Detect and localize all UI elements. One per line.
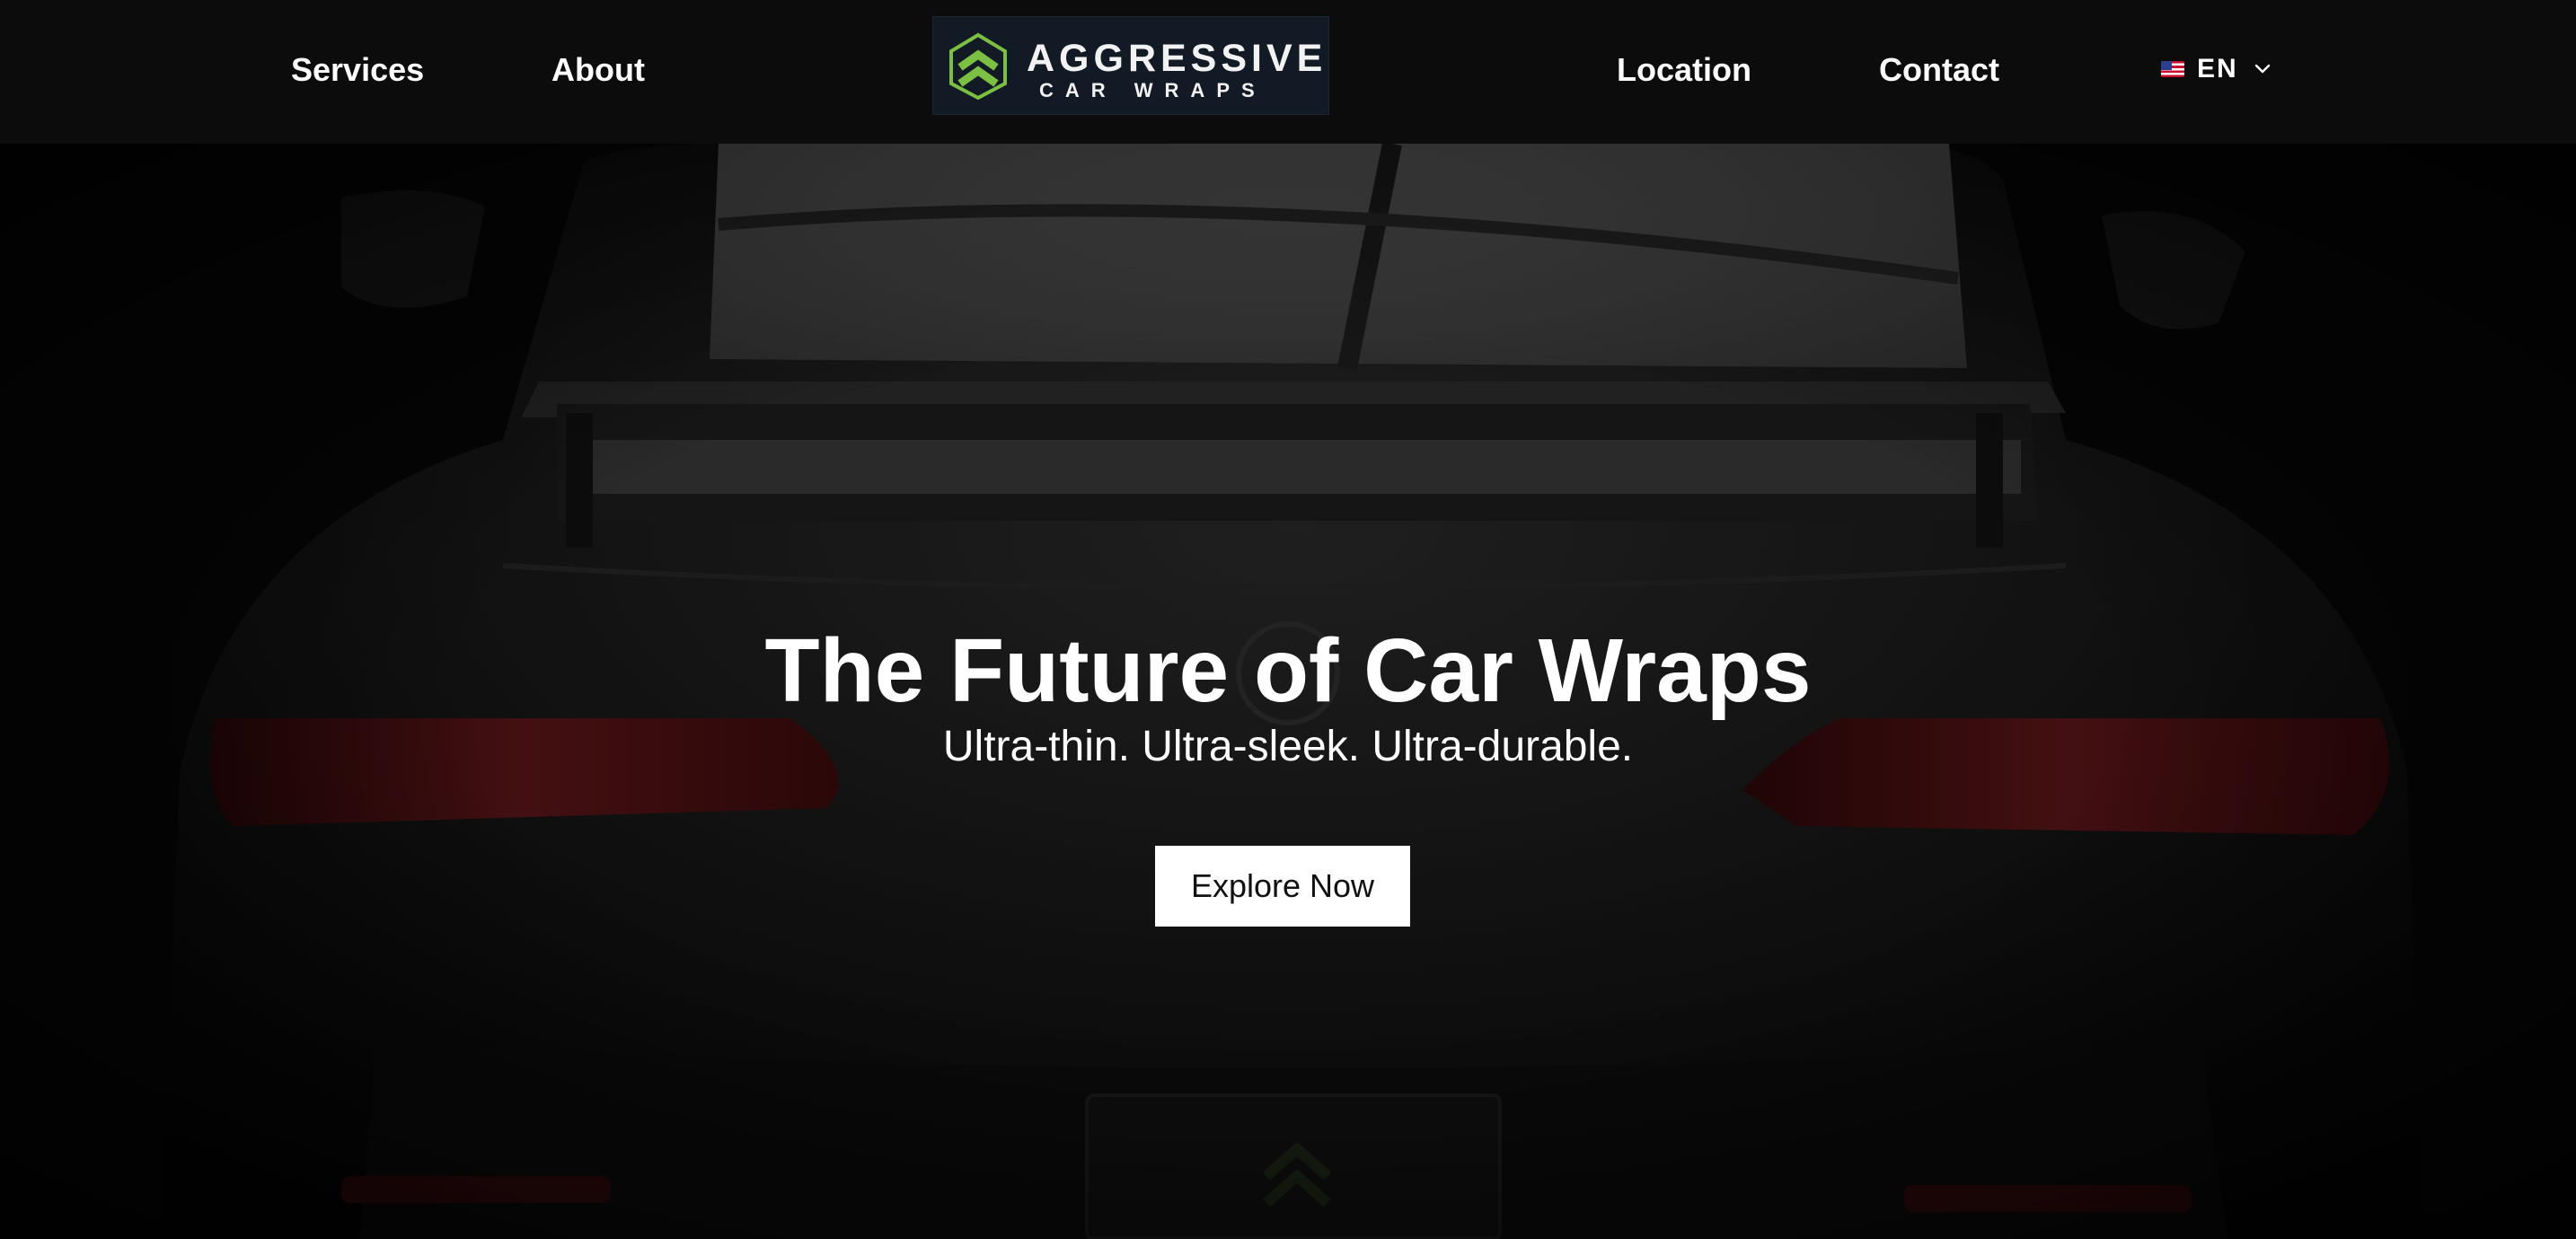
- nav-link-about[interactable]: About: [551, 45, 645, 95]
- logo-text-main: AGGRESSIVE: [1027, 37, 1328, 80]
- nav-link-contact[interactable]: Contact: [1879, 45, 1999, 95]
- hero-title: The Future of Car Wraps: [764, 620, 1812, 721]
- page: Services About AGGRESSIVE CAR WRAPS Loca…: [0, 0, 2576, 1239]
- nav-link-location[interactable]: Location: [1617, 45, 1751, 95]
- chevron-down-icon: [2254, 64, 2270, 74]
- logo-text-sub: CAR WRAPS: [1039, 79, 1266, 101]
- chevron-shield-icon: [949, 32, 1007, 101]
- language-selector[interactable]: EN: [2161, 47, 2274, 92]
- nav-link-services[interactable]: Services: [291, 45, 424, 95]
- us-flag-icon: [2161, 61, 2184, 77]
- brand-logo[interactable]: AGGRESSIVE CAR WRAPS: [932, 16, 1329, 115]
- language-code: EN: [2197, 54, 2238, 83]
- hero-section: The Future of Car Wraps Ultra-thin. Ultr…: [0, 144, 2576, 1239]
- explore-now-button[interactable]: Explore Now: [1155, 846, 1410, 927]
- top-navbar: Services About AGGRESSIVE CAR WRAPS Loca…: [0, 0, 2576, 144]
- hero-subtitle: Ultra-thin. Ultra-sleek. Ultra-durable.: [942, 723, 1634, 770]
